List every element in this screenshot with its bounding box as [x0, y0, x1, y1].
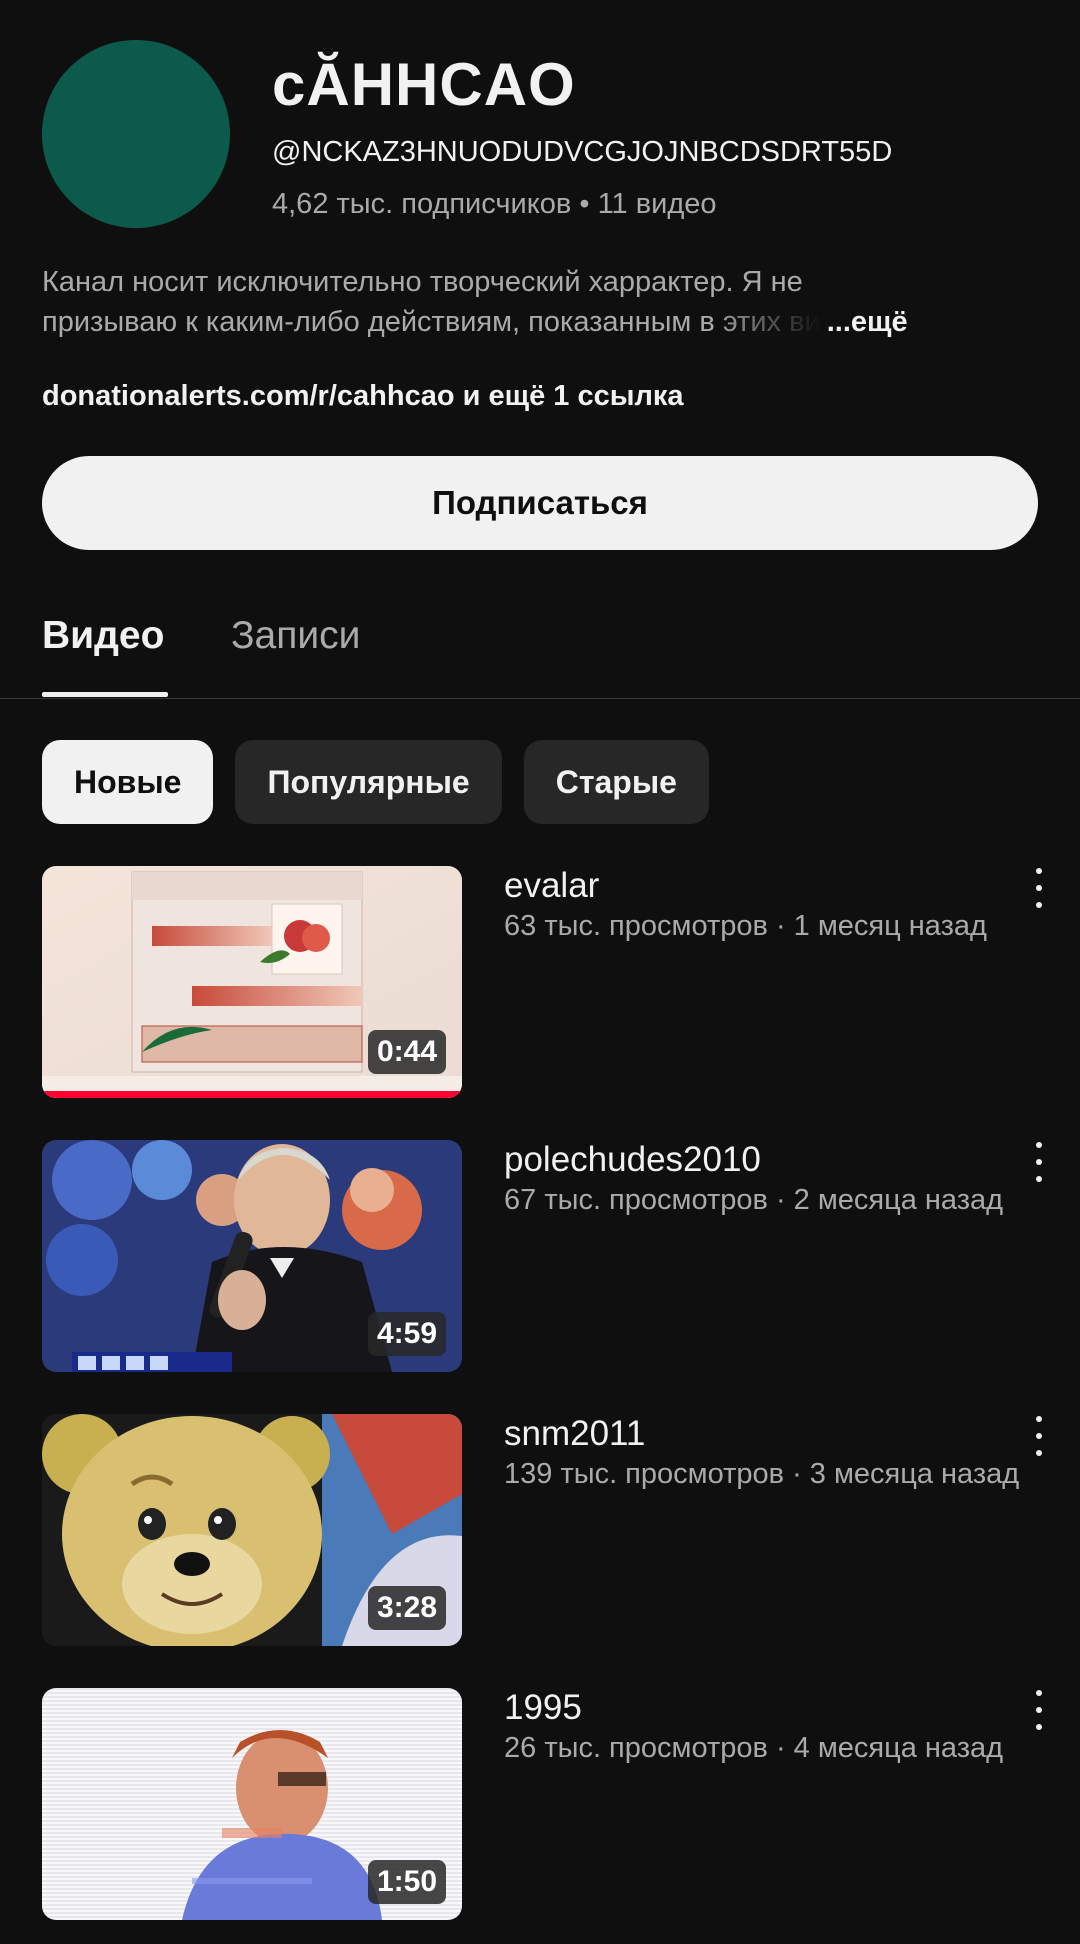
video-item[interactable]: 0:44 evalar 63 тыс. просмотров · 1 месяц…: [42, 866, 1042, 1098]
description-line: призываю к каким-либо действиям, показан…: [42, 306, 821, 338]
video-title[interactable]: 1995: [504, 1688, 582, 1728]
video-item[interactable]: 1:50 1995 26 тыс. просмотров · 4 месяца …: [42, 1688, 1042, 1920]
donation-link[interactable]: donationalerts.com/r/cahhcao: [42, 380, 455, 412]
chip-popular[interactable]: Популярные: [235, 740, 502, 824]
video-thumbnail[interactable]: 4:59: [42, 1140, 462, 1372]
stats-separator: •: [579, 188, 590, 220]
watch-progress-bar: [42, 1091, 462, 1098]
video-title[interactable]: polechudes2010: [504, 1140, 761, 1180]
video-duration: 3:28: [367, 1586, 446, 1630]
video-title[interactable]: evalar: [504, 866, 599, 906]
active-tab-indicator: [42, 692, 168, 697]
chip-newest[interactable]: Новые: [42, 740, 214, 824]
video-duration: 1:50: [367, 1860, 446, 1904]
tab-videos[interactable]: Видео: [42, 614, 164, 658]
video-thumbnail[interactable]: 0:44: [42, 866, 462, 1098]
channel-tabs: Видео Записи: [0, 600, 1080, 699]
channel-handle: @NCKAZ3HNUODUDVCGJOJNBCDSDRT55D: [272, 136, 893, 168]
subscriber-count: 4,62 тыс. подписчиков: [272, 188, 572, 220]
subscribe-button[interactable]: Подписаться: [42, 456, 1038, 550]
video-item[interactable]: 3:28 snm2011 139 тыс. просмотров · 3 мес…: [42, 1414, 1042, 1646]
channel-description[interactable]: Канал носит исключительно творческий хар…: [42, 262, 1038, 342]
chip-oldest[interactable]: Старые: [523, 740, 709, 824]
channel-avatar[interactable]: [42, 40, 230, 228]
video-duration: 4:59: [367, 1312, 446, 1356]
video-meta: 63 тыс. просмотров · 1 месяц назад: [504, 910, 987, 942]
video-count: 11 видео: [597, 188, 717, 220]
channel-stats: 4,62 тыс. подписчиков • 11 видео: [272, 188, 717, 221]
sort-chips: Новые Популярные Старые: [42, 740, 709, 824]
description-line: Канал носит исключительно творческий хар…: [42, 266, 803, 298]
more-vert-icon[interactable]: [1032, 1142, 1046, 1182]
video-title[interactable]: snm2011: [504, 1414, 645, 1454]
video-item[interactable]: 4:59 polechudes2010 67 тыс. просмотров ·…: [42, 1140, 1042, 1372]
tab-posts[interactable]: Записи: [231, 614, 360, 658]
channel-name: cĂHHCAO: [272, 51, 576, 118]
video-meta: 26 тыс. просмотров · 4 месяца назад: [504, 1732, 1004, 1764]
more-vert-icon[interactable]: [1032, 868, 1046, 908]
video-meta: 139 тыс. просмотров · 3 месяца назад: [504, 1458, 1020, 1490]
video-meta: 67 тыс. просмотров · 2 месяца назад: [504, 1184, 1004, 1216]
video-thumbnail[interactable]: 3:28: [42, 1414, 462, 1646]
description-more-button[interactable]: ...ещё: [827, 302, 908, 342]
channel-links: donationalerts.com/r/cahhcao и ещё 1 ссы…: [42, 380, 684, 413]
more-links-button[interactable]: и ещё 1 ссылка: [463, 380, 684, 412]
video-thumbnail[interactable]: 1:50: [42, 1688, 462, 1920]
more-vert-icon[interactable]: [1032, 1416, 1046, 1456]
video-duration: 0:44: [367, 1030, 446, 1074]
more-vert-icon[interactable]: [1032, 1690, 1046, 1730]
